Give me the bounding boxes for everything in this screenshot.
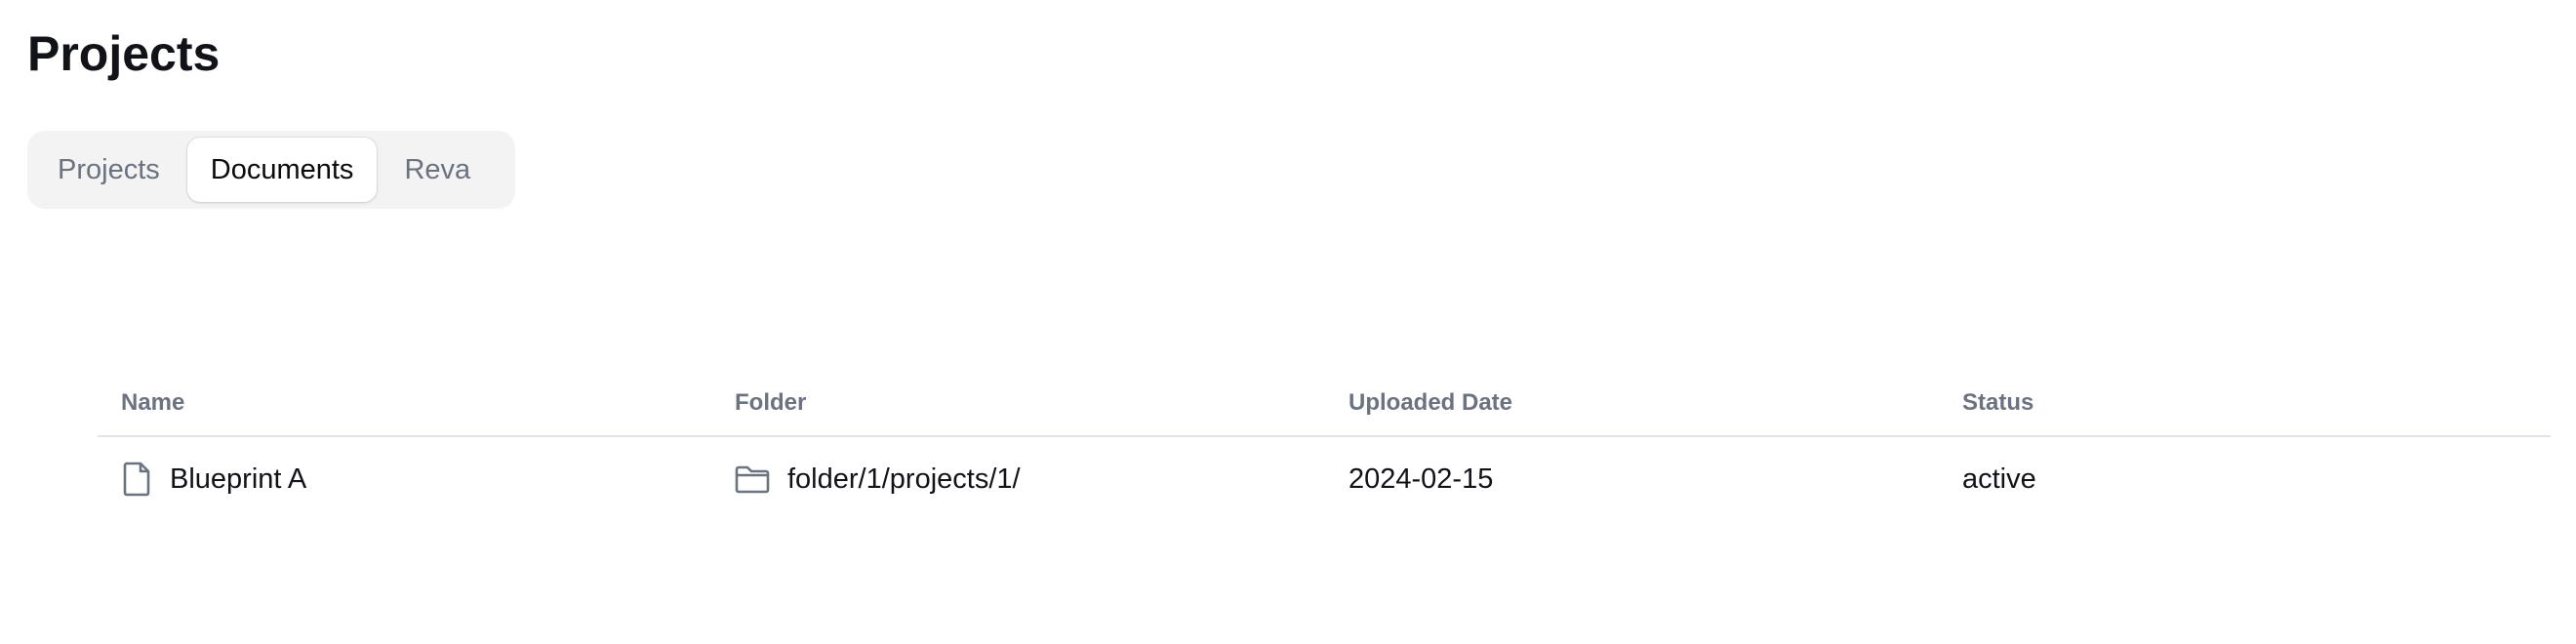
document-name: Blueprint A	[170, 463, 307, 495]
page-title: Projects	[27, 26, 221, 81]
tab-reva[interactable]: Reva	[381, 138, 494, 202]
cell-name[interactable]: Blueprint A	[98, 462, 711, 497]
table-row[interactable]: Blueprint A folder/1/projects/1/ 2024-02…	[98, 437, 2551, 521]
cell-uploaded-date: 2024-02-15	[1348, 463, 1494, 495]
column-header-name[interactable]: Name	[98, 389, 711, 417]
folder-path: folder/1/projects/1/	[787, 463, 1021, 495]
folder-icon	[735, 464, 770, 494]
tab-documents[interactable]: Documents	[186, 138, 378, 202]
column-header-uploaded-date[interactable]: Uploaded Date	[1325, 389, 1939, 417]
column-header-status[interactable]: Status	[1939, 389, 2551, 417]
cell-folder[interactable]: folder/1/projects/1/	[711, 463, 1325, 496]
table-header: Name Folder Uploaded Date Status	[98, 371, 2551, 437]
tab-projects[interactable]: Projects	[34, 138, 183, 202]
tab-bar: Projects Documents Reva	[27, 131, 515, 209]
cell-status: active	[1962, 463, 2036, 495]
file-icon	[121, 462, 152, 497]
page: Projects Projects Documents Reva Name Fo…	[0, 0, 2576, 644]
documents-table: Name Folder Uploaded Date Status Bluepri…	[98, 371, 2551, 521]
column-header-folder[interactable]: Folder	[711, 389, 1325, 417]
